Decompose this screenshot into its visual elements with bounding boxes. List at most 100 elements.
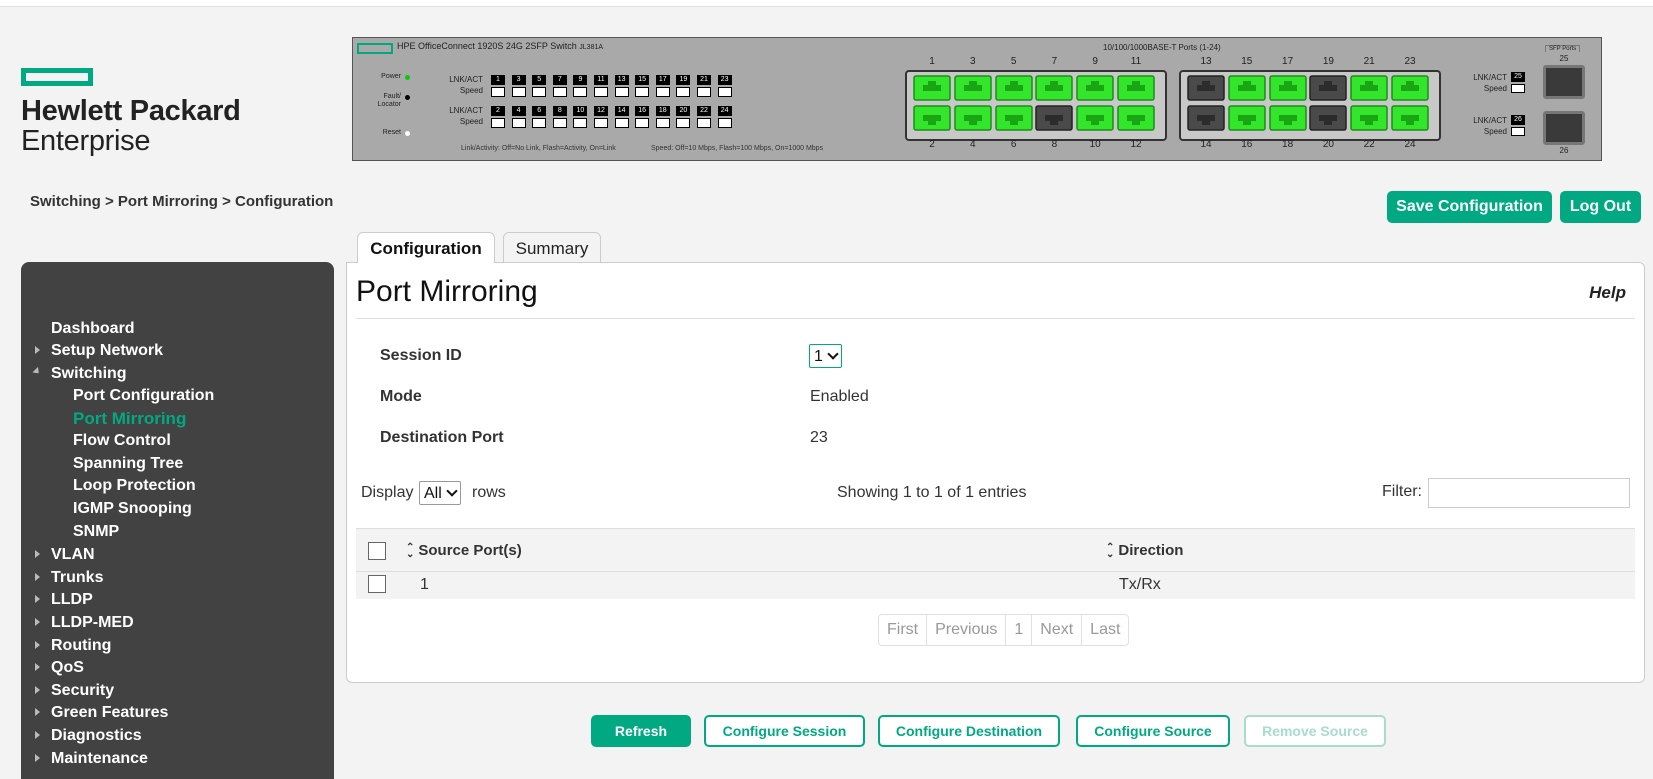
tab-summary[interactable]: Summary	[503, 232, 601, 262]
sidebar-item-igmp-snooping[interactable]: IGMP Snooping	[73, 500, 192, 518]
rj45-port-11[interactable]	[1117, 75, 1155, 101]
rj45-port-1[interactable]	[913, 75, 951, 101]
expand-arrow-icon[interactable]	[35, 708, 40, 716]
configure-source-button[interactable]: Configure Source	[1076, 715, 1230, 747]
pager-first[interactable]: First	[879, 615, 928, 645]
rj45-port-4[interactable]	[954, 105, 992, 131]
lnk-act-label-bottom: LNK/ACT Speed	[449, 106, 483, 126]
rj45-port-3[interactable]	[954, 75, 992, 101]
rj45-port-14[interactable]	[1187, 105, 1225, 131]
port-label-18: 18	[1282, 139, 1294, 150]
rj45-port-8[interactable]	[1035, 105, 1074, 131]
expand-arrow-icon[interactable]	[35, 550, 40, 558]
sidebar-item-loop-protection[interactable]: Loop Protection	[73, 477, 196, 495]
port-label-4: 4	[970, 139, 976, 150]
sidebar-item-routing[interactable]: Routing	[51, 637, 111, 655]
sidebar-item-flow-control[interactable]: Flow Control	[73, 432, 171, 450]
rj45-port-9[interactable]	[1076, 75, 1114, 101]
expand-arrow-icon[interactable]	[35, 663, 40, 671]
speed-led-18	[655, 118, 670, 128]
reset-button[interactable]	[405, 131, 410, 136]
save-configuration-button[interactable]: Save Configuration	[1387, 191, 1552, 223]
rj45-port-12[interactable]	[1117, 105, 1155, 131]
sidebar-item-qos[interactable]: QoS	[51, 659, 84, 677]
expand-arrow-icon[interactable]	[35, 641, 40, 649]
sidebar-item-switching[interactable]: Switching	[51, 365, 127, 383]
sidebar-item-maintenance[interactable]: Maintenance	[51, 750, 148, 768]
sidebar-item-green-features[interactable]: Green Features	[51, 704, 168, 722]
sidebar-item-security[interactable]: Security	[51, 682, 114, 700]
row-checkbox[interactable]	[368, 575, 386, 593]
rj45-port-10[interactable]	[1076, 105, 1114, 131]
rj45-port-17[interactable]	[1268, 75, 1307, 101]
mode-label: Mode	[380, 388, 422, 405]
sidebar-item-spanning-tree[interactable]: Spanning Tree	[73, 455, 183, 473]
sidebar-item-lldp-med[interactable]: LLDP-MED	[51, 614, 134, 632]
select-all-checkbox[interactable]	[368, 542, 386, 560]
remove-source-button[interactable]: Remove Source	[1244, 715, 1386, 747]
port-label-8: 8	[1051, 139, 1058, 150]
sidebar-item-diagnostics[interactable]: Diagnostics	[51, 727, 142, 745]
rj45-port-19[interactable]	[1309, 75, 1348, 101]
filter-input[interactable]	[1428, 478, 1630, 508]
pager-page-1[interactable]: 1	[1006, 615, 1033, 645]
sidebar-item-port-configuration[interactable]: Port Configuration	[73, 387, 214, 405]
expand-arrow-icon[interactable]	[35, 346, 40, 354]
rj45-port-22[interactable]	[1350, 105, 1388, 131]
rj45-port-20[interactable]	[1309, 105, 1348, 131]
rj45-port-2[interactable]	[913, 105, 951, 131]
sidebar-item-setup-network[interactable]: Setup Network	[51, 342, 163, 360]
expand-arrow-icon[interactable]	[35, 686, 40, 694]
rj45-port-24[interactable]	[1391, 105, 1429, 131]
port-label-13: 13	[1200, 56, 1212, 67]
rows-per-page-select[interactable]: All	[419, 481, 461, 505]
cell-direction: Tx/Rx	[1119, 576, 1161, 593]
expand-arrow-icon[interactable]	[35, 595, 40, 603]
sfp-port-26[interactable]	[1543, 111, 1585, 145]
port-label-11: 11	[1130, 56, 1142, 67]
pager-next[interactable]: Next	[1032, 615, 1083, 645]
collapse-arrow-icon[interactable]	[32, 366, 42, 377]
pagination: First Previous 1 Next Last	[878, 614, 1130, 646]
expand-arrow-icon[interactable]	[35, 573, 40, 581]
help-link[interactable]: Help	[1589, 283, 1626, 303]
table-row[interactable]: 1 Tx/Rx	[356, 572, 1635, 599]
rj45-port-5[interactable]	[994, 75, 1033, 101]
rj45-port-6[interactable]	[994, 105, 1033, 131]
session-id-select[interactable]: 1	[809, 344, 842, 368]
sidebar-item-vlan[interactable]: VLAN	[51, 546, 95, 564]
expand-arrow-icon[interactable]	[35, 618, 40, 626]
rj45-port-23[interactable]	[1391, 75, 1429, 101]
logout-button[interactable]: Log Out	[1560, 191, 1641, 223]
configure-destination-button[interactable]: Configure Destination	[878, 715, 1060, 747]
expand-arrow-icon[interactable]	[35, 731, 40, 739]
sidebar-item-port-mirroring[interactable]: Port Mirroring	[73, 409, 186, 429]
configure-session-button[interactable]: Configure Session	[704, 715, 865, 747]
sidebar-item-lldp[interactable]: LLDP	[51, 591, 93, 609]
speed-led-7	[552, 87, 567, 97]
rj45-port-16[interactable]	[1228, 105, 1266, 131]
sidebar-item-snmp[interactable]: SNMP	[73, 523, 119, 541]
column-source-ports[interactable]: ⌃ ⌄ Source Port(s)	[406, 542, 522, 560]
tab-configuration[interactable]: Configuration	[357, 232, 495, 263]
sfp-port-25[interactable]	[1543, 65, 1585, 99]
sidebar-item-dashboard[interactable]: Dashboard	[51, 320, 135, 338]
speed-led-23	[717, 87, 732, 97]
rj45-port-21[interactable]	[1350, 75, 1388, 101]
lnk-led-19: 19	[676, 75, 691, 85]
rj45-port-13[interactable]	[1187, 75, 1225, 101]
sidebar-item-trunks[interactable]: Trunks	[51, 569, 103, 587]
port-label-15: 15	[1241, 56, 1253, 67]
speed-led-24	[717, 118, 732, 128]
column-direction[interactable]: ⌃ ⌄ Direction	[1106, 542, 1183, 560]
pager-last[interactable]: Last	[1082, 615, 1128, 645]
speed-led-14	[614, 118, 629, 128]
rj45-port-7[interactable]	[1035, 75, 1074, 101]
lnk-led-3: 3	[511, 75, 526, 85]
rj45-port-15[interactable]	[1228, 75, 1266, 101]
rj45-port-18[interactable]	[1268, 105, 1307, 131]
expand-arrow-icon[interactable]	[35, 754, 40, 762]
refresh-button[interactable]: Refresh	[591, 715, 691, 747]
pager-previous[interactable]: Previous	[927, 615, 1007, 645]
chevron-down-icon	[446, 485, 458, 497]
